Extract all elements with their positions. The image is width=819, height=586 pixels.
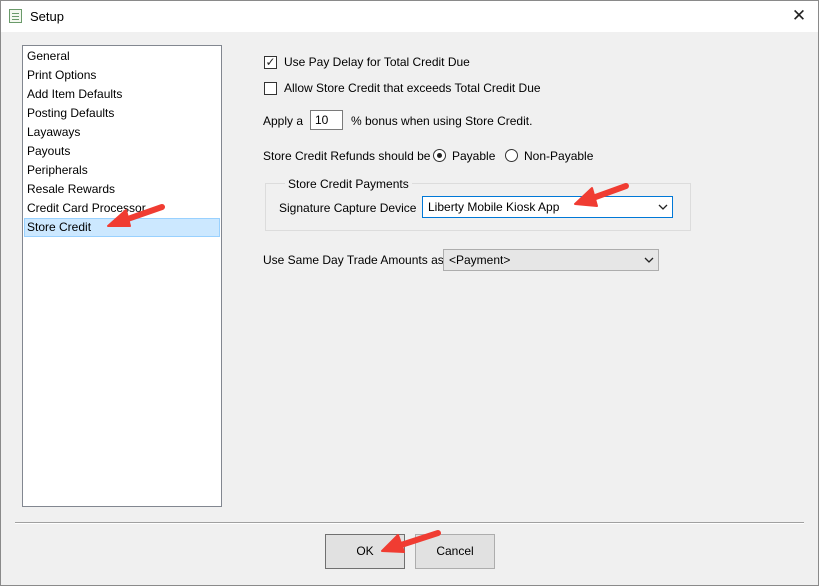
allow-exceed-checkbox[interactable] <box>264 82 277 95</box>
nav-item-store-credit[interactable]: Store Credit <box>24 218 220 237</box>
nav-item-posting-defaults[interactable]: Posting Defaults <box>24 104 220 123</box>
close-icon[interactable]: ✕ <box>784 3 814 29</box>
bonus-prefix-label: Apply a <box>263 114 304 128</box>
non-payable-radio[interactable] <box>505 149 518 162</box>
cancel-button[interactable]: Cancel <box>415 534 495 569</box>
payable-radio[interactable] <box>433 149 446 162</box>
signature-device-value: Liberty Mobile Kiosk App <box>428 200 560 214</box>
checkmark-icon: ✓ <box>265 55 276 69</box>
nav-item-credit-card-processor[interactable]: Credit Card Processor <box>24 199 220 218</box>
store-credit-payments-title: Store Credit Payments <box>285 177 412 191</box>
title-bar: Setup ✕ <box>1 1 818 32</box>
setup-dialog: Setup ✕ General Print Options Add Item D… <box>0 0 819 586</box>
window-title: Setup <box>30 9 64 24</box>
same-day-trade-select[interactable]: <Payment> <box>443 249 659 271</box>
refunds-label: Store Credit Refunds should be <box>263 149 431 163</box>
pay-delay-checkbox[interactable]: ✓ <box>264 55 277 69</box>
same-day-trade-value: <Payment> <box>449 253 511 267</box>
nav-item-print-options[interactable]: Print Options <box>24 66 220 85</box>
nav-item-general[interactable]: General <box>24 47 220 66</box>
allow-exceed-label: Allow Store Credit that exceeds Total Cr… <box>284 81 541 95</box>
nav-item-resale-rewards[interactable]: Resale Rewards <box>24 180 220 199</box>
non-payable-radio-label[interactable]: Non-Payable <box>524 149 593 163</box>
chevron-down-icon <box>644 250 654 276</box>
payable-radio-label[interactable]: Payable <box>452 149 495 163</box>
same-day-trade-label: Use Same Day Trade Amounts as <box>263 253 444 267</box>
bonus-percent-input[interactable]: 10 <box>310 110 343 130</box>
signature-device-select[interactable]: Liberty Mobile Kiosk App <box>422 196 673 218</box>
chevron-down-icon <box>658 197 668 223</box>
app-icon <box>9 9 22 23</box>
signature-device-label: Signature Capture Device <box>279 201 417 215</box>
nav-item-payouts[interactable]: Payouts <box>24 142 220 161</box>
nav-item-add-item-defaults[interactable]: Add Item Defaults <box>24 85 220 104</box>
setup-category-list[interactable]: General Print Options Add Item Defaults … <box>22 45 222 507</box>
nav-item-peripherals[interactable]: Peripherals <box>24 161 220 180</box>
nav-item-layaways[interactable]: Layaways <box>24 123 220 142</box>
pay-delay-label: Use Pay Delay for Total Credit Due <box>284 55 470 69</box>
bonus-suffix-label: % bonus when using Store Credit. <box>351 114 533 128</box>
ok-button[interactable]: OK <box>325 534 405 569</box>
footer-separator <box>15 522 804 523</box>
